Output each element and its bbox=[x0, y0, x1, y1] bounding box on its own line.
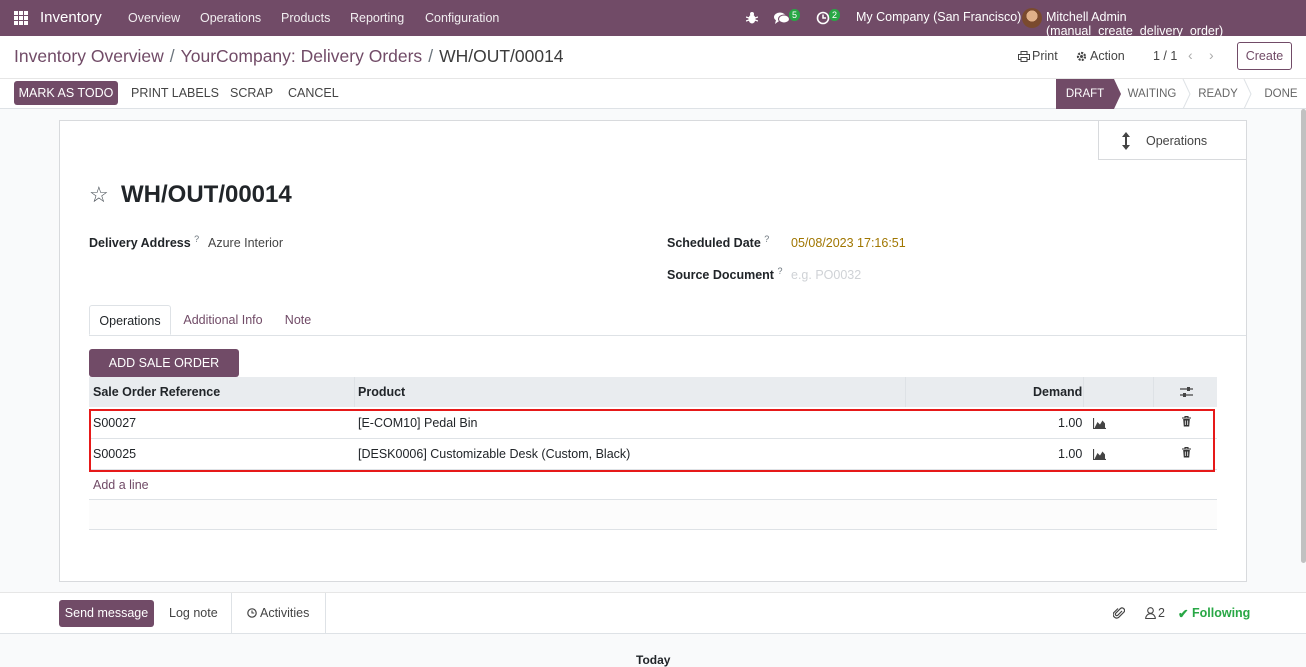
check-icon: ✔ bbox=[1178, 607, 1189, 621]
add-sale-order-lines-button[interactable]: ADD SALE ORDER LINES bbox=[89, 349, 239, 398]
menu-reporting[interactable]: Reporting bbox=[350, 11, 404, 25]
gear-icon[interactable] bbox=[1076, 51, 1087, 62]
chatter-divider bbox=[325, 593, 326, 633]
breadcrumb-delivery-orders[interactable]: YourCompany: Delivery Orders bbox=[181, 46, 423, 66]
following-button[interactable]: Following bbox=[1192, 606, 1250, 620]
pager-previous-icon[interactable]: ‹ bbox=[1188, 47, 1193, 63]
app-menu-icon[interactable] bbox=[14, 11, 28, 25]
print-icon[interactable] bbox=[1018, 51, 1030, 62]
breadcrumb: Inventory Overview / YourCompany: Delivery… bbox=[14, 46, 564, 66]
followers-icon[interactable] bbox=[1145, 607, 1156, 619]
menu-operations[interactable]: Operations bbox=[200, 11, 261, 25]
send-message-button[interactable]: Send message bbox=[59, 600, 154, 627]
stage-waiting[interactable]: WAITING bbox=[1122, 79, 1182, 109]
user-avatar[interactable] bbox=[1022, 8, 1042, 28]
menu-products[interactable]: Products bbox=[281, 11, 330, 25]
stage-ready[interactable]: READY bbox=[1193, 79, 1243, 109]
column-divider bbox=[354, 377, 355, 407]
scrap-button[interactable]: SCRAP bbox=[230, 86, 273, 100]
add-a-line-link[interactable]: Add a line bbox=[93, 478, 149, 492]
vertical-arrows-icon bbox=[1122, 132, 1130, 150]
column-sale-order-reference[interactable]: Sale Order Reference bbox=[93, 385, 220, 399]
form-tabs: Operations Additional Info Note bbox=[89, 305, 1246, 336]
help-icon[interactable]: ? bbox=[194, 234, 199, 244]
control-panel: Inventory Overview / YourCompany: Delivery… bbox=[0, 36, 1306, 78]
action-button[interactable]: Action bbox=[1090, 49, 1125, 63]
operations-smart-button[interactable]: Operations bbox=[1098, 120, 1247, 160]
company-switcher[interactable]: My Company (San Francisco) bbox=[856, 10, 1021, 24]
status-bar: MARK AS TODO PRINT LABELS SCRAP CANCEL D… bbox=[0, 78, 1306, 109]
mark-as-todo-button[interactable]: MARK AS TODO bbox=[14, 81, 118, 105]
stage-divider bbox=[1182, 79, 1191, 109]
smart-button-label: Operations bbox=[1146, 134, 1208, 148]
stage-divider bbox=[1243, 79, 1252, 109]
print-button[interactable]: Print bbox=[1032, 49, 1058, 63]
paperclip-icon[interactable] bbox=[1113, 606, 1125, 620]
messages-count-badge: 5 bbox=[789, 9, 801, 21]
help-icon[interactable]: ? bbox=[764, 234, 769, 244]
menu-overview[interactable]: Overview bbox=[128, 11, 180, 25]
column-divider bbox=[905, 377, 906, 407]
cancel-button[interactable]: CANCEL bbox=[288, 86, 339, 100]
followers-count[interactable]: 2 bbox=[1158, 606, 1165, 620]
column-divider bbox=[1083, 377, 1084, 407]
column-product[interactable]: Product bbox=[358, 385, 405, 399]
stage-arrow bbox=[1114, 79, 1121, 109]
print-labels-button[interactable]: PRINT LABELS bbox=[131, 86, 219, 100]
record-title: WH/OUT/00014 bbox=[121, 181, 292, 208]
user-menu[interactable]: Mitchell Admin (manual_create_delivery_o… bbox=[1046, 10, 1306, 38]
breadcrumb-inventory-overview[interactable]: Inventory Overview bbox=[14, 46, 164, 66]
source-document-label: Source Document ? bbox=[667, 266, 783, 283]
activities-button[interactable]: Activities bbox=[260, 606, 309, 620]
clock-icon bbox=[247, 608, 257, 618]
menu-configuration[interactable]: Configuration bbox=[425, 11, 499, 25]
chatter-topbar: Send message Log note Activities 2 ✔ Fol… bbox=[0, 592, 1306, 634]
create-button[interactable]: Create bbox=[1237, 42, 1292, 70]
scheduled-date-label: Scheduled Date ? bbox=[667, 234, 770, 251]
stage-done[interactable]: DONE bbox=[1256, 79, 1306, 109]
stage-draft[interactable]: DRAFT bbox=[1056, 79, 1114, 109]
help-icon[interactable]: ? bbox=[777, 266, 782, 276]
app-name[interactable]: Inventory bbox=[40, 9, 102, 26]
activities-count-badge: 2 bbox=[829, 9, 841, 21]
column-divider bbox=[1153, 377, 1154, 407]
tab-operations[interactable]: Operations bbox=[89, 305, 171, 335]
delivery-address-field[interactable]: Azure Interior bbox=[208, 236, 283, 250]
table-header: Sale Order Reference Product Demand bbox=[89, 377, 1217, 407]
pager-next-icon[interactable]: › bbox=[1209, 47, 1214, 63]
date-separator-today: Today bbox=[636, 653, 671, 667]
breadcrumb-current: WH/OUT/00014 bbox=[439, 46, 564, 66]
column-demand[interactable]: Demand bbox=[1033, 385, 1082, 399]
source-document-field[interactable]: e.g. PO0032 bbox=[791, 268, 861, 282]
tab-note[interactable]: Note bbox=[278, 305, 318, 335]
log-note-button[interactable]: Log note bbox=[169, 606, 218, 620]
chatter-divider bbox=[231, 593, 232, 633]
scheduled-date-field[interactable]: 05/08/2023 17:16:51 bbox=[791, 236, 906, 250]
clock-icon[interactable] bbox=[816, 11, 830, 25]
star-icon[interactable]: ☆ bbox=[89, 184, 109, 206]
empty-table-row bbox=[89, 499, 1217, 530]
highlight-box bbox=[89, 409, 1215, 472]
tab-additional-info[interactable]: Additional Info bbox=[177, 305, 269, 335]
delivery-address-label: Delivery Address ? bbox=[89, 234, 200, 251]
pager-value[interactable]: 1 / 1 bbox=[1153, 49, 1177, 63]
scrollbar[interactable] bbox=[1301, 109, 1306, 563]
optional-columns-toggle-icon[interactable] bbox=[1180, 386, 1193, 398]
top-navbar: Inventory Overview Operations Products R… bbox=[0, 0, 1306, 38]
messages-icon[interactable] bbox=[774, 11, 790, 25]
bug-icon[interactable] bbox=[746, 11, 758, 25]
